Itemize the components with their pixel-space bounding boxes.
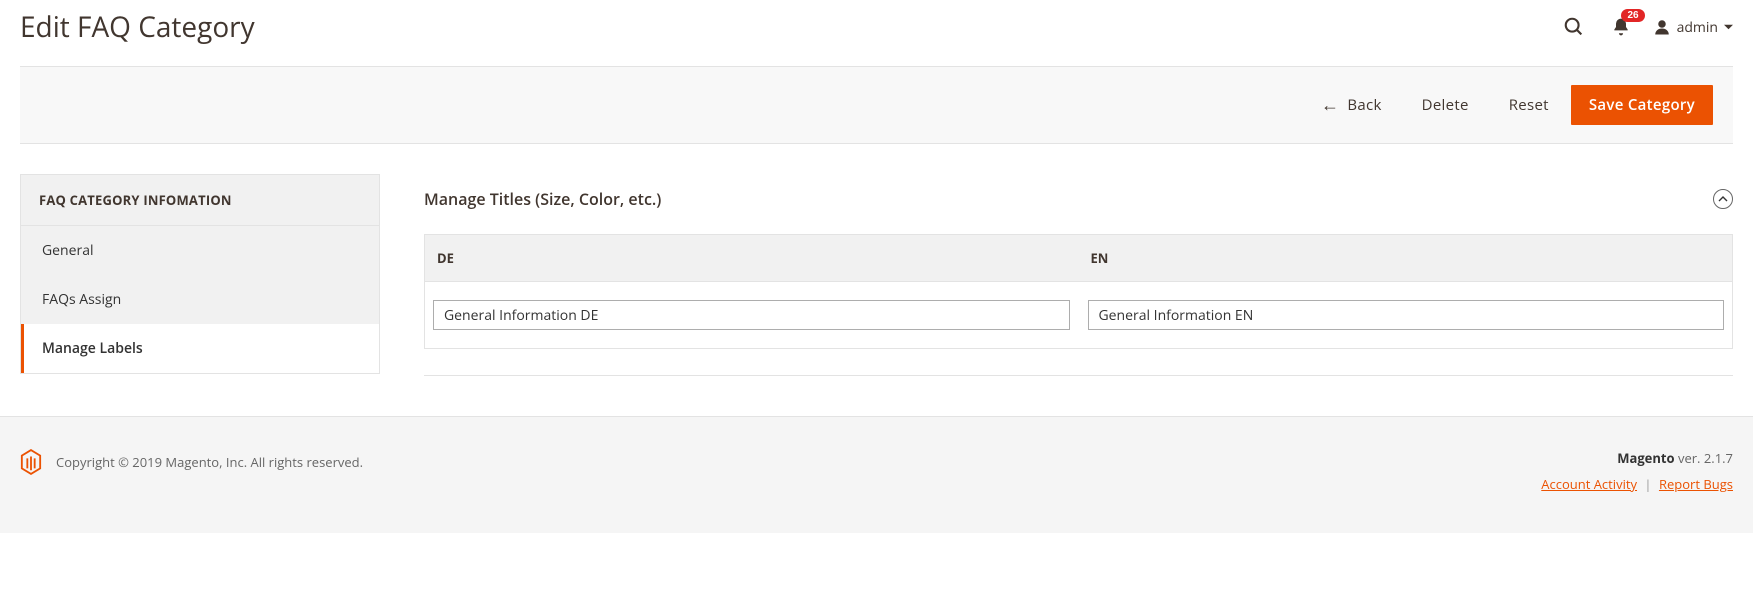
arrow-left-icon: ← (1321, 96, 1339, 114)
action-bar: ← Back Delete Reset Save Category (20, 66, 1733, 144)
user-name: admin (1677, 18, 1718, 37)
account-activity-link[interactable]: Account Activity (1541, 475, 1637, 493)
magento-logo-icon (20, 449, 42, 475)
caret-down-icon (1724, 23, 1733, 32)
collapse-button[interactable] (1713, 189, 1733, 209)
version-label: Magento ver. 2.1.7 (1541, 449, 1733, 467)
sidebar-item-manage-labels[interactable]: Manage Labels (21, 324, 379, 373)
section-header[interactable]: Manage Titles (Size, Color, etc.) (424, 174, 1733, 224)
separator: | (1644, 475, 1651, 493)
section-title: Manage Titles (Size, Color, etc.) (424, 188, 661, 210)
table-row (424, 282, 1733, 349)
reset-button[interactable]: Reset (1491, 85, 1567, 125)
column-header-de: DE (425, 235, 1079, 281)
sidebar-item-general[interactable]: General (21, 226, 379, 275)
sidebar-header: FAQ CATEGORY INFOMATION (21, 175, 379, 226)
user-menu[interactable]: admin (1653, 18, 1733, 37)
main-content: Manage Titles (Size, Color, etc.) DE EN (424, 174, 1733, 376)
page-title: Edit FAQ Category (20, 8, 255, 46)
chevron-up-icon (1718, 194, 1728, 204)
report-bugs-link[interactable]: Report Bugs (1659, 475, 1733, 493)
search-button[interactable] (1559, 12, 1589, 42)
title-input-de[interactable] (433, 300, 1070, 330)
notifications-button[interactable]: 26 (1607, 13, 1635, 41)
user-icon (1653, 18, 1671, 36)
sidebar: FAQ CATEGORY INFOMATION General FAQs Ass… (20, 174, 380, 374)
delete-button[interactable]: Delete (1404, 85, 1487, 125)
back-button[interactable]: ← Back (1303, 85, 1400, 125)
sidebar-item-faqs-assign[interactable]: FAQs Assign (21, 275, 379, 324)
notification-badge: 26 (1621, 9, 1644, 22)
search-icon (1563, 16, 1585, 38)
column-header-en: EN (1079, 235, 1733, 281)
copyright-text: Copyright © 2019 Magento, Inc. All right… (56, 453, 363, 471)
back-button-label: Back (1347, 95, 1381, 115)
save-button[interactable]: Save Category (1571, 85, 1713, 125)
header-actions: 26 admin (1559, 12, 1733, 42)
title-input-en[interactable] (1088, 300, 1725, 330)
section-divider (424, 375, 1733, 376)
titles-table: DE EN (424, 234, 1733, 349)
table-head: DE EN (424, 234, 1733, 282)
footer: Copyright © 2019 Magento, Inc. All right… (0, 416, 1753, 533)
